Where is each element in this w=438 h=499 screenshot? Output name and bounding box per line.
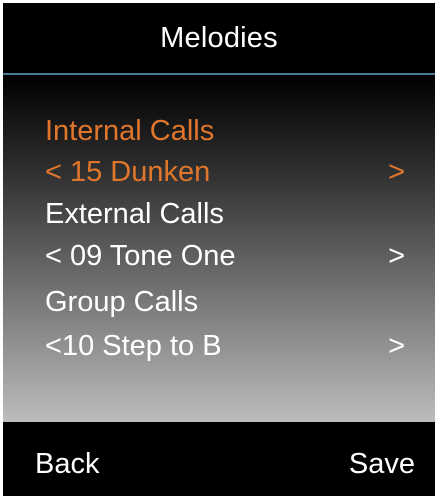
next-arrow-icon[interactable]: > (388, 236, 405, 276)
external-calls-value: < 09 Tone One (45, 240, 236, 272)
internal-calls-label[interactable]: Internal Calls (45, 111, 405, 151)
external-calls-label[interactable]: External Calls (45, 194, 405, 234)
melody-settings-list: Internal Calls < 15 Dunken > External Ca… (3, 75, 435, 422)
internal-calls-selector[interactable]: < 15 Dunken > (45, 152, 405, 192)
next-arrow-icon[interactable]: > (388, 326, 405, 366)
group-calls-selector[interactable]: <10 Step to B > (45, 326, 405, 366)
group-calls-value: <10 Step to B (45, 330, 222, 362)
external-calls-selector[interactable]: < 09 Tone One > (45, 236, 405, 276)
save-softkey[interactable]: Save (349, 448, 415, 481)
group-calls-label[interactable]: Group Calls (45, 282, 405, 322)
softkey-bar: Back Save (3, 422, 435, 496)
title-bar: Melodies (3, 3, 435, 75)
next-arrow-icon[interactable]: > (388, 152, 405, 192)
back-softkey[interactable]: Back (35, 448, 99, 481)
phone-screen: Melodies Internal Calls < 15 Dunken > Ex… (3, 3, 435, 496)
internal-calls-value: < 15 Dunken (45, 156, 211, 188)
page-title: Melodies (160, 21, 278, 54)
